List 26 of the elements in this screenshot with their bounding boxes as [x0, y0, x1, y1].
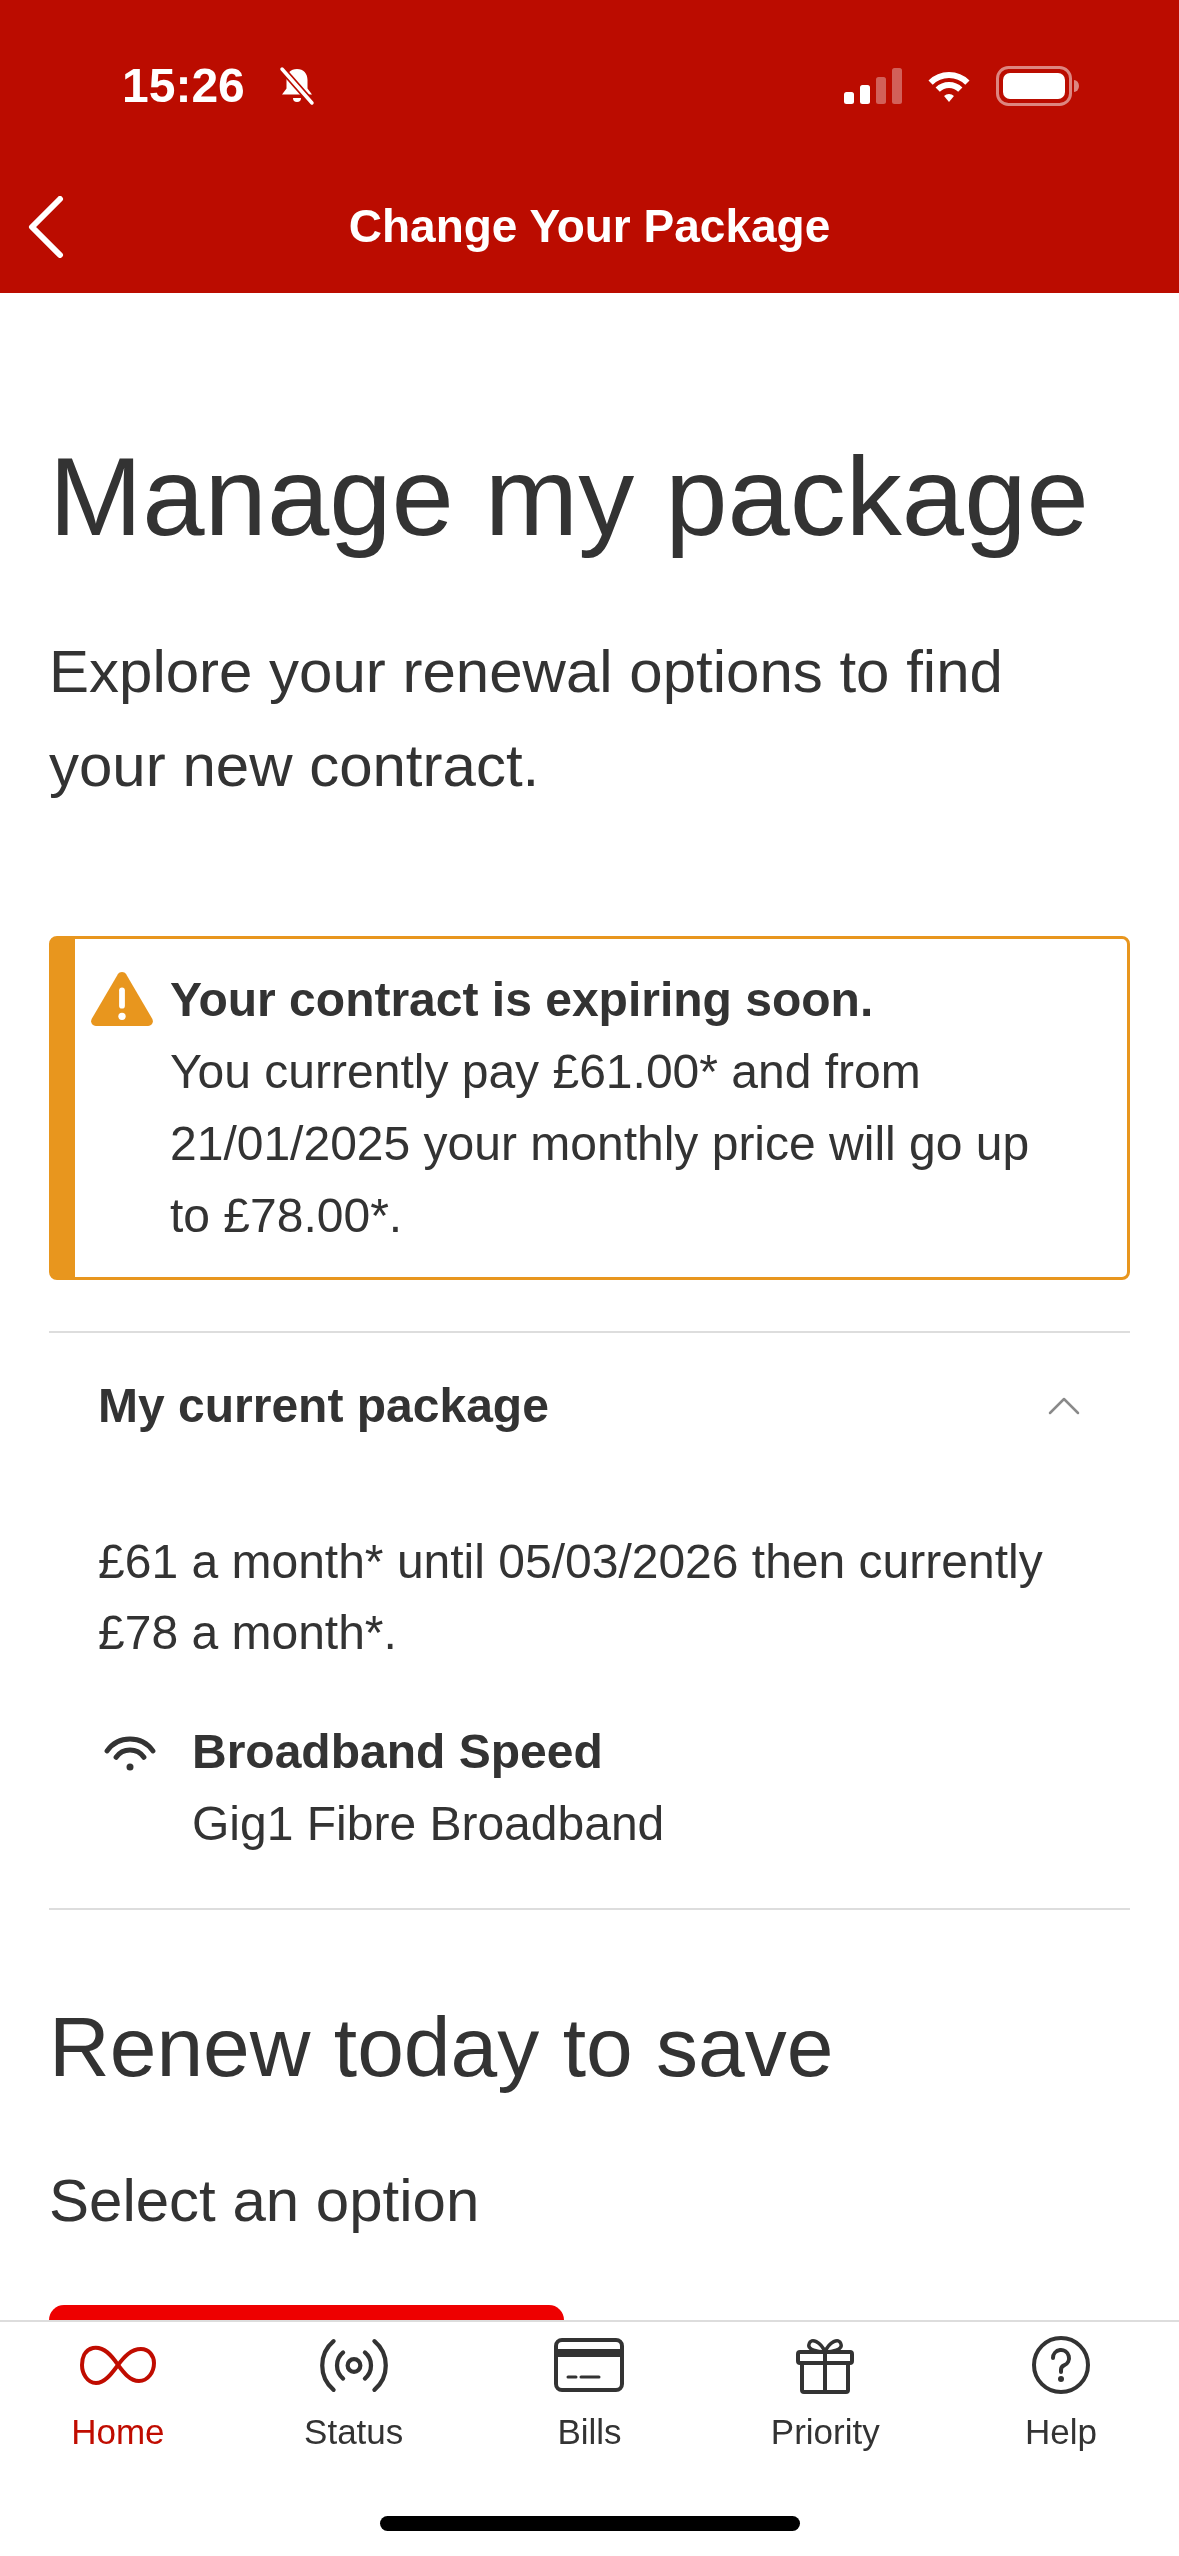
back-button[interactable] [28, 195, 64, 258]
accordion-header[interactable]: My current package [49, 1333, 1130, 1442]
page-title: Manage my package [49, 433, 1090, 561]
card-icon [554, 2338, 625, 2392]
gift-icon [796, 2336, 855, 2394]
chevron-left-icon [28, 195, 64, 258]
package-summary: £61 a month* until 05/03/2026 then currently £78 a month*. [98, 1534, 1044, 1661]
alert-message: You currently pay £61.00* and from 21/01/2025 your monthly price will go up to £78.00*. [170, 1044, 1031, 1244]
section-subheading: Select an option [49, 2166, 481, 2236]
header-title: Change Your Package [348, 198, 831, 254]
tab-item[interactable]: Priority [707, 2322, 944, 2453]
alert-title: Your contract is expiring soon. [170, 972, 875, 1028]
help-icon [1031, 2335, 1092, 2395]
broadcast-icon [318, 2337, 389, 2393]
intro-text: Explore your renewal options to find your new contract. [49, 637, 1004, 801]
section-heading: Renew today to save [49, 1999, 835, 2096]
feature-value: Gig1 Fibre Broadband [192, 1796, 665, 1852]
warning-icon [90, 970, 154, 1026]
feature-label: Broadband Speed [192, 1724, 604, 1780]
battery-icon [996, 66, 1080, 106]
tab-item[interactable]: Home [0, 2322, 236, 2453]
tab-item[interactable]: Status [235, 2322, 472, 2453]
tab-item[interactable]: Bills [471, 2322, 708, 2453]
tab-item[interactable]: Help [943, 2322, 1179, 2453]
status-time: 15:26 [122, 62, 245, 110]
signal-icon [844, 68, 902, 104]
